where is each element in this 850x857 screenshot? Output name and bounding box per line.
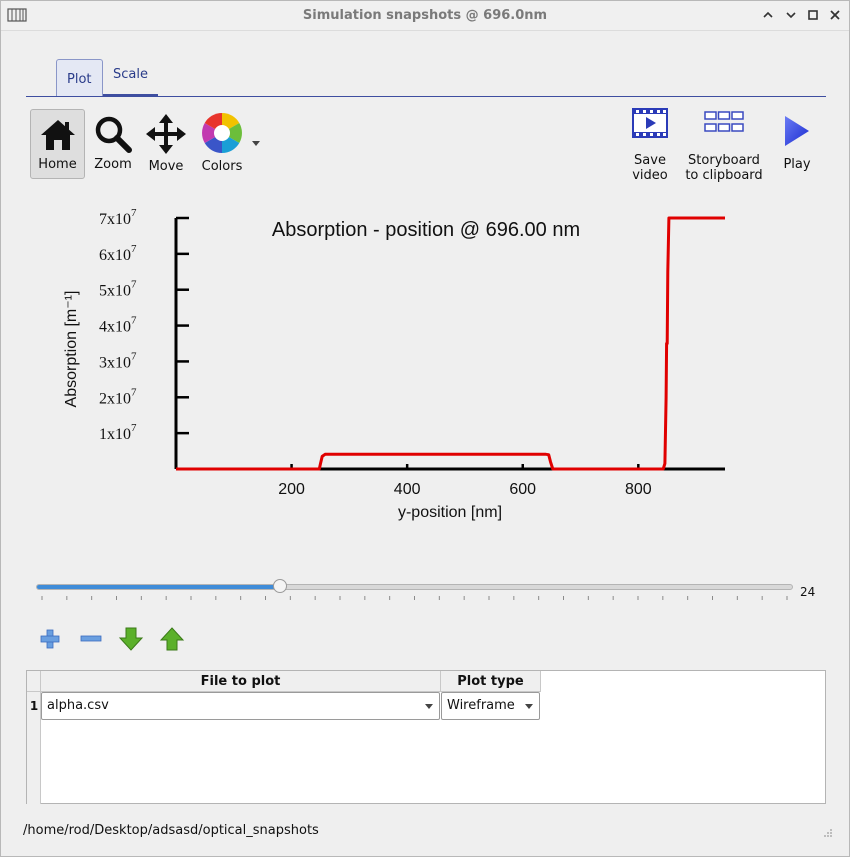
play-icon [785,116,809,146]
y-tick-label: 6x10 [99,247,131,264]
home-label: Home [38,157,77,172]
move-down-icon [118,627,144,651]
y-tick-label: 5x10 [99,283,131,300]
remove-row-button[interactable] [78,626,104,652]
y-tick-label: 7x10 [99,211,131,228]
zoom-label: Zoom [94,157,132,172]
slider-value: 24 [800,585,816,599]
move-button[interactable]: Move [142,109,190,179]
chevron-down-icon [425,704,433,709]
y-tick-exponent: 7 [131,315,137,327]
row-number[interactable]: 1 [27,692,41,720]
move-label: Move [148,159,184,174]
colors-label: Colors [201,159,243,174]
slider-fill [37,585,281,589]
close-icon[interactable] [827,7,843,23]
absorption-plot[interactable]: Absorption - position @ 696.00 nm y-posi… [51,206,751,536]
x-tick-label: 400 [394,481,421,498]
plot-type-value: Wireframe [447,698,515,713]
file-combo-value: alpha.csv [47,698,109,713]
home-button[interactable]: Home [30,109,85,179]
minimize-icon[interactable] [760,7,776,23]
color-wheel-icon [202,113,242,153]
y-axis-label: Absorption [m⁻¹] [63,291,80,408]
colors-dropdown-icon[interactable] [252,141,260,147]
chevron-down-icon [525,704,533,709]
y-tick-label: 2x10 [99,390,131,407]
add-icon [40,629,60,649]
storyboard-label-2: to clipboard [685,168,763,183]
move-icon [146,114,186,154]
chart-title: Absorption - position @ 696.00 nm [272,219,580,241]
x-tick-label: 200 [278,481,305,498]
y-tick-label: 1x10 [99,426,131,443]
y-tick-exponent: 7 [131,386,137,398]
zoom-icon [95,116,132,153]
y-tick-exponent: 7 [131,243,137,255]
save-video-label-2: video [632,168,668,183]
home-icon [40,120,75,150]
resize-grip-icon[interactable] [823,828,833,838]
snapshot-slider[interactable] [36,579,793,593]
move-down-button[interactable] [118,626,144,652]
column-header-file[interactable]: File to plot [41,671,441,692]
plot-type-combo[interactable]: Wireframe [441,692,540,720]
save-video-label-1: Save [634,153,666,168]
move-up-icon [159,627,185,651]
tab-plot[interactable]: Plot [56,59,103,96]
play-button[interactable]: Play [773,105,821,183]
plot-axes [174,218,725,471]
x-tick-label: 800 [625,481,652,498]
window-title: Simulation snapshots @ 696.0nm [302,8,548,23]
restore-icon[interactable] [783,7,799,23]
y-tick-exponent: 7 [131,207,137,219]
status-path: /home/rod/Desktop/adsasd/optical_snapsho… [23,823,319,838]
files-table: File to plot Plot type 1 alpha.csv Wiref… [26,670,826,804]
storyboard-icon [704,111,744,132]
y-tick-exponent: 7 [131,279,137,291]
table-corner [27,671,41,692]
remove-icon [80,635,102,642]
main-window: Simulation snapshots @ 696.0nm Plot Scal… [0,0,850,857]
slider-ticks [41,596,788,600]
slider-handle[interactable] [273,579,288,593]
x-tick-label: 600 [509,481,536,498]
x-axis-label: y-position [nm] [398,504,502,521]
storyboard-label-1: Storyboard [688,153,760,168]
title-bar[interactable]: Simulation snapshots @ 696.0nm [1,1,849,31]
column-header-plot-type[interactable]: Plot type [441,671,541,692]
y-tick-exponent: 7 [131,422,137,434]
y-tick-exponent: 7 [131,350,137,362]
plot-series [176,216,725,471]
tab-scale[interactable]: Scale [103,59,158,96]
absorption-series-line [176,216,725,471]
add-row-button[interactable] [37,626,63,652]
zoom-button[interactable]: Zoom [89,109,137,179]
play-label: Play [783,157,811,172]
move-up-button[interactable] [159,626,185,652]
save-video-button[interactable]: Save video [623,105,677,183]
tab-bar: Plot Scale [26,59,826,97]
file-combo[interactable]: alpha.csv [41,692,440,720]
y-tick-label: 3x10 [99,354,131,371]
storyboard-button[interactable]: Storyboard to clipboard [681,105,767,183]
y-tick-label: 4x10 [99,319,131,336]
video-icon [632,108,668,138]
colors-button[interactable]: Colors [195,109,249,179]
maximize-icon[interactable] [805,7,821,23]
